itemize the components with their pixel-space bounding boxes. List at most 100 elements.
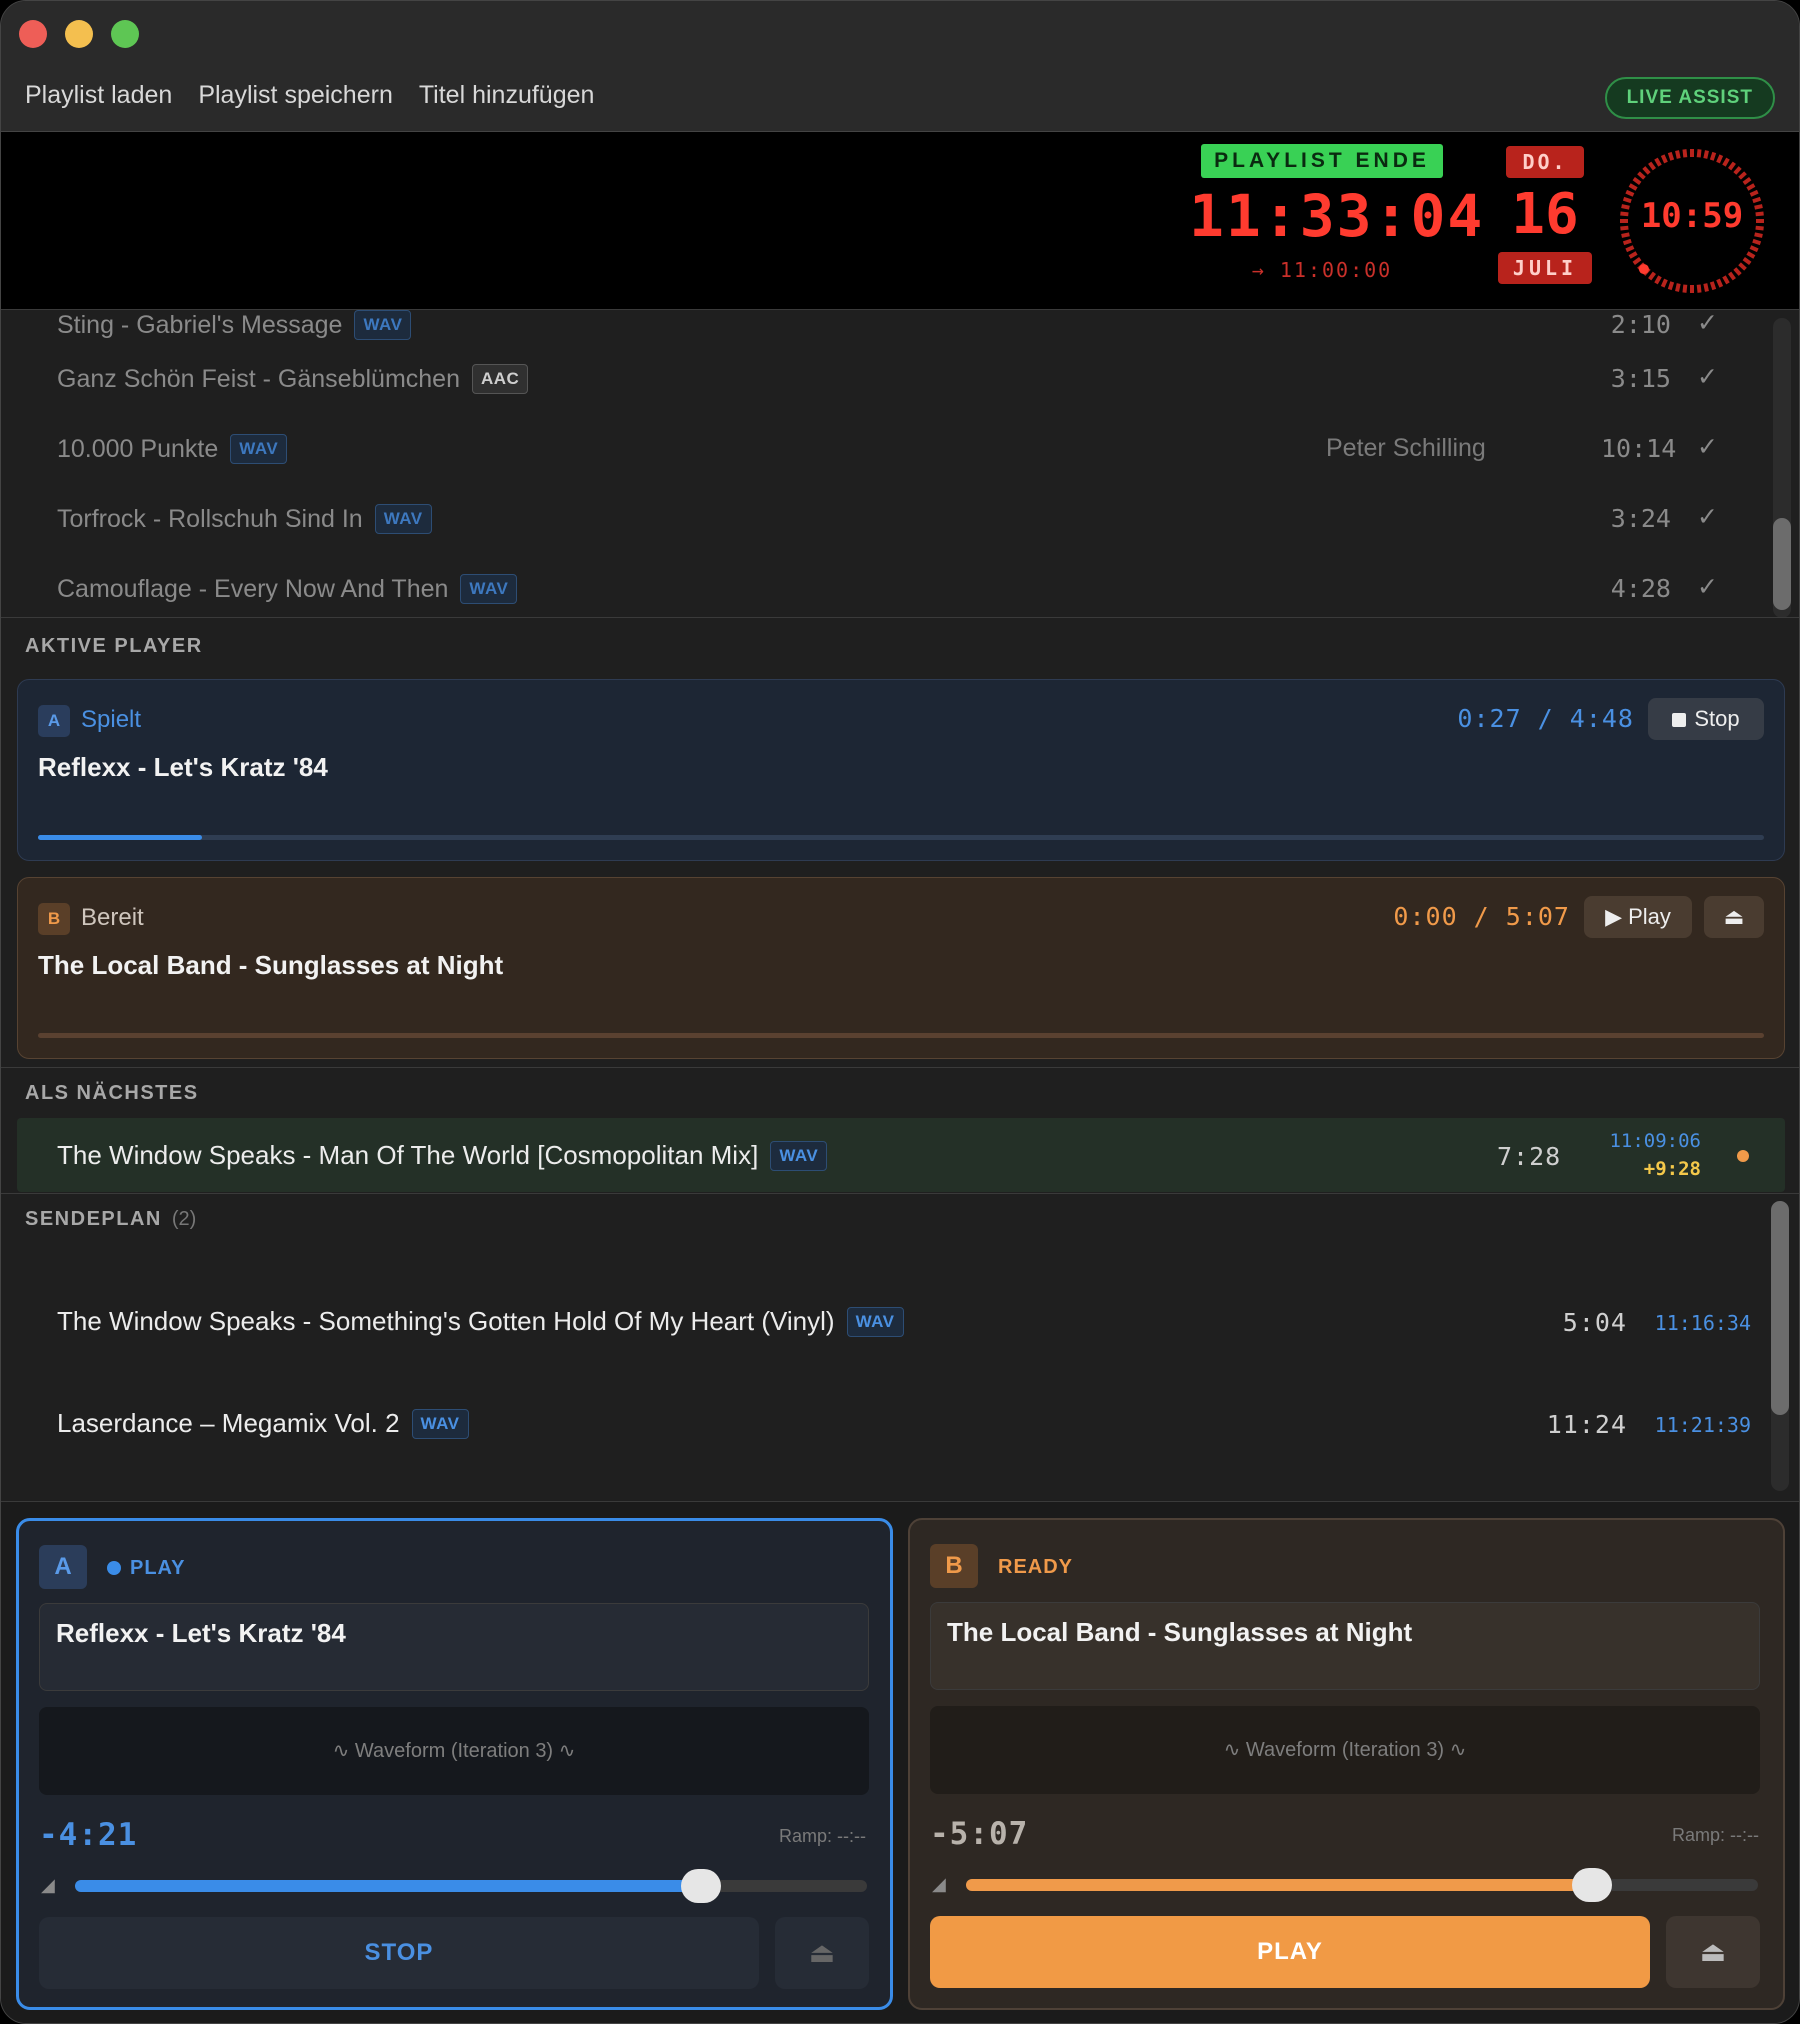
seconds-tick xyxy=(1682,149,1688,158)
seconds-tick xyxy=(1654,157,1662,167)
track-offset: +9:28 xyxy=(1643,1158,1701,1180)
deck-letter: A xyxy=(39,1545,87,1589)
seconds-tick xyxy=(1716,154,1724,164)
volume-slider[interactable] xyxy=(966,1868,1758,1902)
seconds-tick xyxy=(1622,238,1632,246)
track-title: Torfrock - Rollschuh Sind In xyxy=(57,504,363,533)
volume-slider[interactable] xyxy=(75,1869,867,1903)
track-start-time: 11:21:39 xyxy=(1654,1413,1751,1437)
active-player-a: A Spielt Reflexx - Let's Kratz '84 0:27 … xyxy=(17,679,1785,861)
format-badge: WAV xyxy=(846,1306,904,1337)
playlist-history: Sting - Gabriel's Message WAV 2:10 ✓ Ganz… xyxy=(1,310,1799,618)
active-player-b: B Bereit The Local Band - Sunglasses at … xyxy=(17,877,1785,1059)
format-badge: WAV xyxy=(460,574,518,604)
player-letter: B xyxy=(38,903,70,935)
waveform-placeholder[interactable]: ∿ Waveform (Iteration 3) ∿ xyxy=(39,1707,869,1795)
seconds-tick xyxy=(1746,251,1756,259)
stop-square-icon xyxy=(1672,713,1687,727)
status-dot xyxy=(1737,1150,1749,1162)
volume-slider-knob[interactable] xyxy=(1571,1868,1612,1902)
seconds-tick xyxy=(1667,281,1675,291)
seconds-tick xyxy=(1675,150,1681,159)
track-duration: 2:10 xyxy=(1610,310,1671,339)
seconds-tick xyxy=(1696,149,1702,158)
schedule-scrollbar-thumb[interactable] xyxy=(1771,1201,1789,1415)
seconds-tick xyxy=(1722,157,1730,167)
seconds-tick xyxy=(1752,238,1762,246)
seconds-tick xyxy=(1628,251,1638,259)
seconds-tick xyxy=(1703,283,1709,292)
seconds-tick xyxy=(1628,183,1638,191)
track-title: 10.000 Punkte xyxy=(57,434,219,463)
player-time: 0:27 / 4:48 xyxy=(1457,704,1634,733)
deck-title: Reflexx - Let's Kratz '84 xyxy=(56,1618,346,1648)
player-letter: A xyxy=(38,705,70,737)
speaker-icon: ◢ xyxy=(932,1874,946,1894)
format-badge: WAV xyxy=(770,1140,828,1171)
format-badge: AAC xyxy=(471,364,529,394)
menu-titel-hinzufuegen[interactable]: Titel hinzufügen xyxy=(419,81,595,110)
menu-playlist-speichern[interactable]: Playlist speichern xyxy=(198,81,393,110)
player-progress-track[interactable] xyxy=(38,1033,1764,1038)
menu-playlist-laden[interactable]: Playlist laden xyxy=(25,81,172,110)
track-duration: 3:15 xyxy=(1610,364,1671,393)
seconds-tick xyxy=(1654,275,1662,285)
track-duration: 5:04 xyxy=(1562,1308,1627,1337)
stop-button[interactable]: Stop xyxy=(1648,698,1764,740)
seconds-tick xyxy=(1660,278,1668,288)
checkmark-icon: ✓ xyxy=(1697,503,1718,531)
schedule-row[interactable]: Laserdance – Megamix Vol. 2 WAV 11:24 11:… xyxy=(1,1386,1761,1456)
seconds-tick xyxy=(1675,283,1681,292)
track-title: Ganz Schön Feist - Gänseblümchen xyxy=(57,364,460,393)
track-start-time: 11:09:06 xyxy=(1609,1130,1701,1152)
checkmark-icon: ✓ xyxy=(1697,433,1718,461)
seconds-tick xyxy=(1696,284,1702,293)
waveform-placeholder[interactable]: ∿ Waveform (Iteration 3) ∿ xyxy=(930,1706,1760,1794)
weekday-badge: DO. xyxy=(1506,146,1584,178)
play-button[interactable]: PLAY xyxy=(930,1916,1650,1988)
player-progress-track[interactable] xyxy=(38,835,1764,840)
seconds-tick xyxy=(1637,171,1646,180)
playlist-row[interactable]: Torfrock - Rollschuh Sind In WAV 3:24 ✓ xyxy=(1,482,1761,552)
play-button[interactable]: ▶ Play xyxy=(1584,896,1692,938)
player-time: 0:00 / 5:07 xyxy=(1393,902,1570,931)
seconds-tick xyxy=(1625,245,1635,253)
seconds-tick xyxy=(1709,281,1717,291)
playlist-row[interactable]: Camouflage - Every Now And Then WAV 4:28 … xyxy=(1,552,1761,617)
close-window-button[interactable] xyxy=(19,20,47,48)
divider xyxy=(1,1193,1799,1194)
eject-icon: ⏏ xyxy=(1699,1936,1727,1967)
seconds-tick xyxy=(1716,278,1724,288)
format-badge: WAV xyxy=(374,504,432,534)
minimize-window-button[interactable] xyxy=(65,20,93,48)
deck-letter: B xyxy=(930,1544,978,1588)
playlist-scrollbar-thumb[interactable] xyxy=(1773,518,1791,610)
volume-slider-knob[interactable] xyxy=(680,1869,721,1903)
eject-button[interactable]: ⏏ xyxy=(1704,896,1764,938)
eject-button[interactable]: ⏏ xyxy=(1666,1916,1760,1988)
schedule-row[interactable]: The Window Speaks - Something's Gotten H… xyxy=(1,1284,1761,1354)
seconds-tick xyxy=(1742,177,1752,185)
playlist-end-time: 11:33:04 xyxy=(1189,182,1485,250)
app-window: Playlist laden Playlist speichern Titel … xyxy=(0,0,1800,2024)
zoom-window-button[interactable] xyxy=(111,20,139,48)
format-badge: WAV xyxy=(230,434,288,464)
deck-a: A PLAY Reflexx - Let's Kratz '84 ∿ Wavef… xyxy=(16,1518,893,2010)
playlist-row[interactable]: 10.000 Punkte WAV Peter Schilling 10:14 ✓ xyxy=(1,412,1761,482)
play-label: Play xyxy=(1628,904,1671,929)
track-duration: 3:24 xyxy=(1610,504,1671,533)
playlist-row[interactable]: Ganz Schön Feist - Gänseblümchen AAC 3:15… xyxy=(1,342,1761,412)
seconds-tick xyxy=(1648,271,1656,281)
player-title: The Local Band - Sunglasses at Night xyxy=(38,950,504,980)
player-state: Bereit xyxy=(81,904,144,931)
eject-button[interactable]: ⏏ xyxy=(775,1917,869,1989)
stop-button[interactable]: STOP xyxy=(39,1917,759,1989)
next-up-row[interactable]: The Window Speaks - Man Of The World [Co… xyxy=(17,1118,1785,1192)
stop-label: Stop xyxy=(1694,706,1740,731)
eject-icon: ⏏ xyxy=(808,1937,836,1968)
seconds-tick xyxy=(1667,151,1675,161)
track-title: Camouflage - Every Now And Then xyxy=(57,574,449,603)
track-artist: Peter Schilling xyxy=(1326,434,1486,462)
live-assist-button[interactable]: LIVE ASSIST xyxy=(1604,77,1775,119)
track-duration: 10:14 xyxy=(1601,434,1677,463)
